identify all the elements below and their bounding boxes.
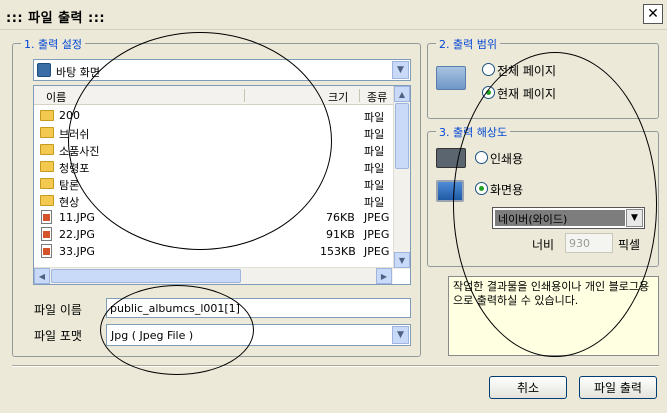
print-resolution-radio[interactable] xyxy=(475,151,488,164)
monitor-icon xyxy=(436,180,464,202)
column-separator xyxy=(359,89,360,102)
close-icon: ✕ xyxy=(647,6,659,22)
window-title: ::: 파일 출력 ::: xyxy=(6,11,106,26)
width-label: 너비 xyxy=(532,238,555,252)
file-list-header: 이름 크기 종류 xyxy=(34,86,410,105)
printer-icon xyxy=(436,148,466,168)
folder-icon xyxy=(40,195,54,206)
folder-icon xyxy=(40,110,54,121)
image-file-icon xyxy=(41,227,52,241)
page-icon xyxy=(436,66,466,90)
scroll-up-icon[interactable]: ▲ xyxy=(394,86,410,102)
column-separator xyxy=(244,89,245,102)
list-item[interactable]: 33.JPG 153KB JPEG xyxy=(34,243,410,260)
current-page-label: 현재 페이지 xyxy=(497,87,557,101)
list-item[interactable]: 브러쉬 파일 xyxy=(34,124,410,141)
file-name-label: 파일 이름 xyxy=(34,303,82,317)
cancel-button[interactable]: 취소 xyxy=(489,376,567,399)
divider xyxy=(12,365,659,367)
folder-icon xyxy=(40,144,54,155)
output-range-title: 2. 출력 범위 xyxy=(436,36,500,52)
scroll-right-icon[interactable]: ▶ xyxy=(376,268,392,284)
folder-icon xyxy=(40,161,54,172)
horizontal-scrollbar[interactable]: ◀ ▶ xyxy=(34,267,393,284)
list-item[interactable]: 22.JPG 91KB JPEG xyxy=(34,226,410,243)
width-unit-label: 픽셀 xyxy=(618,238,641,252)
file-name-input[interactable]: public_albumcs_l001[1] xyxy=(106,298,411,318)
all-pages-label: 전체 페이지 xyxy=(497,64,557,78)
list-item[interactable]: 청령포 파일 xyxy=(34,158,410,175)
scroll-down-icon[interactable]: ▼ xyxy=(394,252,410,268)
file-format-select[interactable]: Jpg ( Jpeg File ) ▼ xyxy=(106,324,411,346)
scroll-left-icon[interactable]: ◀ xyxy=(34,268,50,284)
width-input[interactable]: 930 xyxy=(565,233,613,253)
info-text: 작업한 결과물을 인쇄용이나 개인 블로그용으로 출력하실 수 있습니다. xyxy=(453,280,650,307)
current-page-radio[interactable] xyxy=(482,86,495,99)
list-item[interactable]: 소품사진 파일 xyxy=(34,141,410,158)
folder-icon xyxy=(40,178,54,189)
location-value: 바탕 화면 xyxy=(56,66,100,79)
column-size[interactable]: 크기 xyxy=(328,89,348,105)
image-file-icon xyxy=(41,210,52,224)
list-item[interactable]: 탐론 파일 xyxy=(34,175,410,192)
screen-resolution-radio[interactable] xyxy=(475,182,488,195)
output-resolution-title: 3. 출력 해상도 xyxy=(436,124,511,140)
list-item[interactable]: 11.JPG 76KB JPEG xyxy=(34,209,410,226)
list-item[interactable]: 200 파일 xyxy=(34,107,410,124)
export-button[interactable]: 파일 출력 xyxy=(579,376,657,399)
list-item[interactable]: 현상 파일 xyxy=(34,192,410,209)
file-list[interactable]: 이름 크기 종류 200 파일 브러쉬 파일 소품사진 파일 청령포 파일 탐론… xyxy=(33,85,411,285)
title-bar: ::: 파일 출력 ::: ✕ xyxy=(0,0,667,30)
chevron-down-icon[interactable]: ▼ xyxy=(392,326,409,344)
close-button[interactable]: ✕ xyxy=(643,4,663,24)
info-box: 작업한 결과물을 인쇄용이나 개인 블로그용으로 출력하실 수 있습니다. xyxy=(448,276,659,356)
all-pages-radio[interactable] xyxy=(482,63,495,76)
chevron-down-icon[interactable]: ▼ xyxy=(392,61,409,79)
screen-preset-select[interactable]: 네이버(와이드) ▼ xyxy=(492,207,645,229)
column-name[interactable]: 이름 xyxy=(46,89,66,105)
horizontal-scroll-thumb[interactable] xyxy=(51,269,241,283)
folder-icon xyxy=(40,127,54,138)
scroll-thumb[interactable] xyxy=(395,103,409,169)
image-file-icon xyxy=(41,244,52,258)
column-type[interactable]: 종류 xyxy=(367,89,387,105)
output-settings-title: 1. 출력 설정 xyxy=(21,36,85,52)
print-resolution-label: 인쇄용 xyxy=(490,152,524,166)
file-format-label: 파일 포맷 xyxy=(34,329,82,343)
screen-resolution-label: 화면용 xyxy=(490,183,524,197)
desktop-icon xyxy=(37,63,51,77)
chevron-down-icon[interactable]: ▼ xyxy=(626,209,643,227)
location-combo[interactable]: 바탕 화면 ▼ xyxy=(33,59,411,81)
vertical-scrollbar[interactable]: ▲ ▼ xyxy=(393,86,410,269)
